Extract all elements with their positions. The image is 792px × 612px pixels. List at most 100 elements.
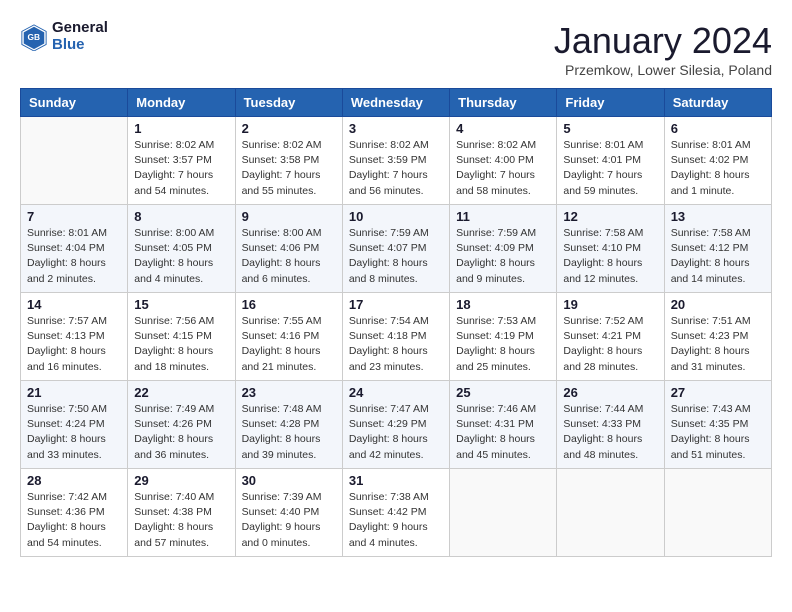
day-info: Sunrise: 8:02 AMSunset: 4:00 PMDaylight:… — [456, 138, 550, 199]
day-number: 4 — [456, 121, 550, 136]
calendar-cell: 8 Sunrise: 8:00 AMSunset: 4:05 PMDaylight… — [128, 205, 235, 293]
day-number: 7 — [27, 209, 121, 224]
day-info: Sunrise: 7:38 AMSunset: 4:42 PMDaylight:… — [349, 490, 443, 551]
day-info: Sunrise: 8:00 AMSunset: 4:06 PMDaylight:… — [242, 226, 336, 287]
location: Przemkow, Lower Silesia, Poland — [554, 62, 772, 78]
logo-line2: Blue — [52, 37, 108, 54]
calendar-cell — [450, 469, 557, 557]
day-number: 13 — [671, 209, 765, 224]
calendar-cell: 30 Sunrise: 7:39 AMSunset: 4:40 PMDayligh… — [235, 469, 342, 557]
calendar-cell: 25Sunrise: 7:46 AMSunset: 4:31 PMDayligh… — [450, 381, 557, 469]
day-info: Sunrise: 7:52 AMSunset: 4:21 PMDaylight:… — [563, 314, 657, 375]
day-number: 19 — [563, 297, 657, 312]
title-area: January 2024 Przemkow, Lower Silesia, Po… — [554, 20, 772, 78]
calendar-week-row: 14Sunrise: 7:57 AMSunset: 4:13 PMDayligh… — [21, 293, 772, 381]
calendar-cell — [557, 469, 664, 557]
day-info: Sunrise: 7:46 AMSunset: 4:31 PMDaylight:… — [456, 402, 550, 463]
day-info: Sunrise: 8:01 AMSunset: 4:02 PMDaylight:… — [671, 138, 765, 199]
day-number: 23 — [242, 385, 336, 400]
header-row: SundayMondayTuesdayWednesdayThursdayFrid… — [21, 89, 772, 117]
calendar-cell: 9 Sunrise: 8:00 AMSunset: 4:06 PMDaylight… — [235, 205, 342, 293]
calendar-cell: 17Sunrise: 7:54 AMSunset: 4:18 PMDayligh… — [342, 293, 449, 381]
day-number: 6 — [671, 121, 765, 136]
day-number: 15 — [134, 297, 228, 312]
calendar-cell — [21, 117, 128, 205]
logo-text: General Blue — [52, 20, 108, 53]
day-number: 8 — [134, 209, 228, 224]
logo-line1: General — [52, 20, 108, 37]
day-info: Sunrise: 7:44 AMSunset: 4:33 PMDaylight:… — [563, 402, 657, 463]
day-info: Sunrise: 7:49 AMSunset: 4:26 PMDaylight:… — [134, 402, 228, 463]
calendar-cell: 6 Sunrise: 8:01 AMSunset: 4:02 PMDaylight… — [664, 117, 771, 205]
day-info: Sunrise: 7:53 AMSunset: 4:19 PMDaylight:… — [456, 314, 550, 375]
logo: GB General Blue — [20, 20, 108, 53]
calendar-cell: 11 Sunrise: 7:59 AMSunset: 4:09 PMDayligh… — [450, 205, 557, 293]
calendar-cell: 22Sunrise: 7:49 AMSunset: 4:26 PMDayligh… — [128, 381, 235, 469]
calendar-cell: 14Sunrise: 7:57 AMSunset: 4:13 PMDayligh… — [21, 293, 128, 381]
day-number: 24 — [349, 385, 443, 400]
day-number: 3 — [349, 121, 443, 136]
calendar-week-row: 28Sunrise: 7:42 AMSunset: 4:36 PMDayligh… — [21, 469, 772, 557]
calendar-week-row: 7 Sunrise: 8:01 AMSunset: 4:04 PMDaylight… — [21, 205, 772, 293]
day-number: 5 — [563, 121, 657, 136]
day-info: Sunrise: 7:58 AMSunset: 4:12 PMDaylight:… — [671, 226, 765, 287]
calendar-table: SundayMondayTuesdayWednesdayThursdayFrid… — [20, 88, 772, 557]
day-number: 16 — [242, 297, 336, 312]
day-number: 30 — [242, 473, 336, 488]
day-info: Sunrise: 7:57 AMSunset: 4:13 PMDaylight:… — [27, 314, 121, 375]
day-number: 31 — [349, 473, 443, 488]
calendar-cell: 12 Sunrise: 7:58 AMSunset: 4:10 PMDayligh… — [557, 205, 664, 293]
day-info: Sunrise: 8:01 AMSunset: 4:01 PMDaylight:… — [563, 138, 657, 199]
day-info: Sunrise: 7:56 AMSunset: 4:15 PMDaylight:… — [134, 314, 228, 375]
calendar-cell: 10Sunrise: 7:59 AMSunset: 4:07 PMDayligh… — [342, 205, 449, 293]
header: GB General Blue January 2024 Przemkow, L… — [20, 20, 772, 78]
calendar-cell: 18 Sunrise: 7:53 AMSunset: 4:19 PMDayligh… — [450, 293, 557, 381]
weekday-header: Wednesday — [342, 89, 449, 117]
weekday-header: Saturday — [664, 89, 771, 117]
day-number: 27 — [671, 385, 765, 400]
calendar-cell: 1 Sunrise: 8:02 AMSunset: 3:57 PMDaylight… — [128, 117, 235, 205]
day-info: Sunrise: 8:02 AMSunset: 3:58 PMDaylight:… — [242, 138, 336, 199]
calendar-cell: 21Sunrise: 7:50 AMSunset: 4:24 PMDayligh… — [21, 381, 128, 469]
day-number: 21 — [27, 385, 121, 400]
calendar-cell: 16 Sunrise: 7:55 AMSunset: 4:16 PMDayligh… — [235, 293, 342, 381]
calendar-cell: 24Sunrise: 7:47 AMSunset: 4:29 PMDayligh… — [342, 381, 449, 469]
calendar-week-row: 1 Sunrise: 8:02 AMSunset: 3:57 PMDaylight… — [21, 117, 772, 205]
day-number: 9 — [242, 209, 336, 224]
day-info: Sunrise: 8:01 AMSunset: 4:04 PMDaylight:… — [27, 226, 121, 287]
day-info: Sunrise: 7:55 AMSunset: 4:16 PMDaylight:… — [242, 314, 336, 375]
calendar-cell: 19 Sunrise: 7:52 AMSunset: 4:21 PMDayligh… — [557, 293, 664, 381]
day-number: 11 — [456, 209, 550, 224]
calendar-cell: 31 Sunrise: 7:38 AMSunset: 4:42 PMDayligh… — [342, 469, 449, 557]
day-number: 17 — [349, 297, 443, 312]
day-number: 12 — [563, 209, 657, 224]
day-number: 1 — [134, 121, 228, 136]
calendar-cell: 5 Sunrise: 8:01 AMSunset: 4:01 PMDaylight… — [557, 117, 664, 205]
day-info: Sunrise: 7:43 AMSunset: 4:35 PMDaylight:… — [671, 402, 765, 463]
calendar-cell: 20 Sunrise: 7:51 AMSunset: 4:23 PMDayligh… — [664, 293, 771, 381]
calendar-cell — [664, 469, 771, 557]
svg-text:GB: GB — [27, 31, 40, 41]
day-info: Sunrise: 8:00 AMSunset: 4:05 PMDaylight:… — [134, 226, 228, 287]
day-info: Sunrise: 8:02 AMSunset: 3:57 PMDaylight:… — [134, 138, 228, 199]
month-title: January 2024 — [554, 20, 772, 62]
day-info: Sunrise: 8:02 AMSunset: 3:59 PMDaylight:… — [349, 138, 443, 199]
day-info: Sunrise: 7:48 AMSunset: 4:28 PMDaylight:… — [242, 402, 336, 463]
day-number: 18 — [456, 297, 550, 312]
calendar-cell: 7 Sunrise: 8:01 AMSunset: 4:04 PMDaylight… — [21, 205, 128, 293]
day-number: 20 — [671, 297, 765, 312]
day-number: 26 — [563, 385, 657, 400]
calendar-cell: 15 Sunrise: 7:56 AMSunset: 4:15 PMDayligh… — [128, 293, 235, 381]
calendar-cell: 3 Sunrise: 8:02 AMSunset: 3:59 PMDaylight… — [342, 117, 449, 205]
day-info: Sunrise: 7:39 AMSunset: 4:40 PMDaylight:… — [242, 490, 336, 551]
day-number: 2 — [242, 121, 336, 136]
day-info: Sunrise: 7:58 AMSunset: 4:10 PMDaylight:… — [563, 226, 657, 287]
day-info: Sunrise: 7:51 AMSunset: 4:23 PMDaylight:… — [671, 314, 765, 375]
logo-icon: GB — [20, 23, 48, 51]
calendar-cell: 27 Sunrise: 7:43 AMSunset: 4:35 PMDayligh… — [664, 381, 771, 469]
day-info: Sunrise: 7:42 AMSunset: 4:36 PMDaylight:… — [27, 490, 121, 551]
day-info: Sunrise: 7:59 AMSunset: 4:09 PMDaylight:… — [456, 226, 550, 287]
day-number: 29 — [134, 473, 228, 488]
weekday-header: Monday — [128, 89, 235, 117]
day-number: 10 — [349, 209, 443, 224]
